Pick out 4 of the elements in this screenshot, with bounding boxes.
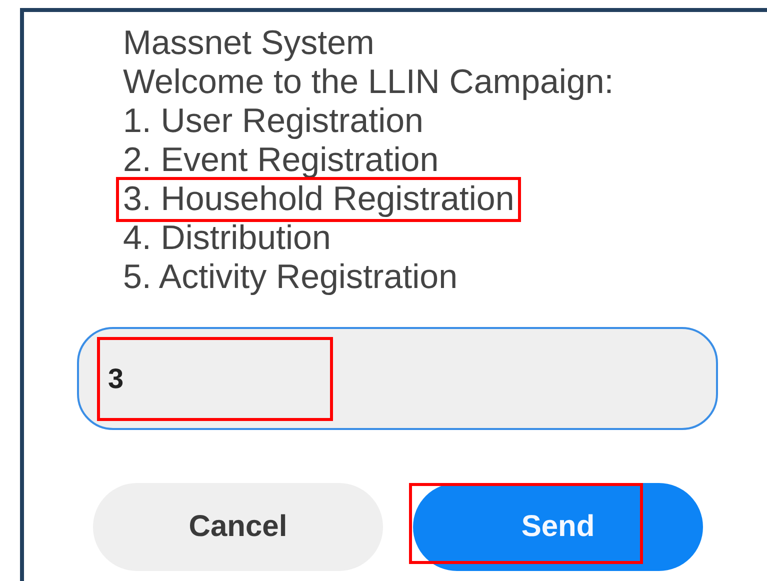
cancel-button[interactable]: Cancel — [93, 483, 383, 571]
menu-option: 3. Household Registration — [116, 177, 522, 222]
dialog-title: Massnet System — [122, 23, 376, 64]
reply-field[interactable]: 3 — [77, 327, 718, 430]
